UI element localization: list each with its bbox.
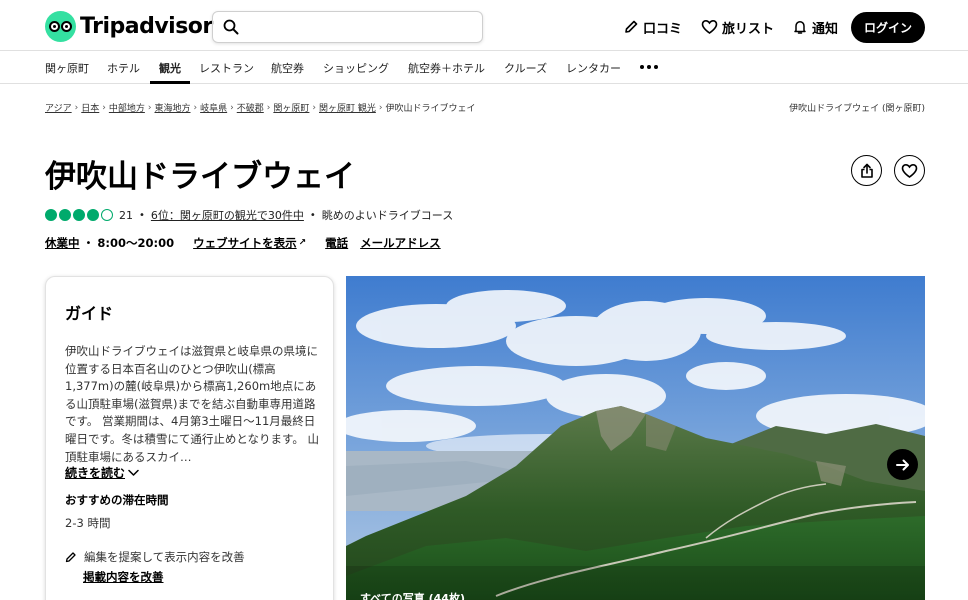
- chevron-down-icon: [128, 469, 139, 477]
- breadcrumb-separator: ›: [193, 102, 198, 113]
- breadcrumb-current: 伊吹山ドライブウェイ: [385, 104, 476, 114]
- rating-bubbles[interactable]: [45, 209, 113, 221]
- breadcrumb: アジア › 日本 › 中部地方 › 東海地方 › 岐阜県 › 不破郡 › 関ヶ原町 › 関ヶ原…: [45, 101, 476, 115]
- review-count[interactable]: 21: [119, 209, 133, 222]
- logo-text: Tripadvisor: [80, 14, 213, 39]
- stay-duration-value: 2-3 時間: [65, 516, 111, 530]
- breadcrumb-item[interactable]: 東海地方: [155, 101, 191, 114]
- suggest-edit-row: 編集を提案して表示内容を改善: [65, 549, 245, 565]
- header: Tripadvisor 口コミ 旅リスト 通知 ログイン: [0, 0, 968, 51]
- breadcrumb-item[interactable]: 関ヶ原町: [273, 101, 309, 114]
- rating-bubble-filled: [45, 209, 57, 221]
- improve-listing-link[interactable]: 掲載内容を改善: [83, 569, 164, 585]
- guide-card: ガイド 伊吹山ドライブウェイは滋賀県と岐阜県の県境に位置する日本百名山のひとつ伊…: [45, 276, 334, 600]
- breadcrumb-item[interactable]: 関ヶ原町 観光: [319, 101, 376, 114]
- nav-item-flights[interactable]: 航空券: [271, 60, 304, 76]
- separator-dot: •: [85, 237, 92, 249]
- all-photos-link[interactable]: すべての写真 (44枚): [360, 590, 465, 600]
- guide-description: 伊吹山ドライブウェイは滋賀県と岐阜県の県境に位置する日本百名山のひとつ伊吹山(標…: [65, 344, 319, 463]
- breadcrumb-separator: ›: [230, 102, 234, 113]
- separator-dot: •: [139, 209, 145, 221]
- breadcrumb-separator: ›: [378, 102, 383, 113]
- nav-item-restaurants[interactable]: レストラン: [199, 60, 254, 76]
- bell-icon: [792, 19, 808, 35]
- next-photo-button[interactable]: [887, 449, 918, 480]
- heart-icon: [901, 163, 918, 179]
- save-button[interactable]: [894, 155, 925, 186]
- nav-item-hotels[interactable]: ホテル: [107, 60, 140, 76]
- breadcrumb-separator: ›: [102, 102, 106, 113]
- category-nav: 関ヶ原町 ホテル 観光 レストラン 航空券 ショッピング 航空券＋ホテル クルー…: [0, 51, 968, 84]
- breadcrumb-separator: ›: [147, 102, 152, 113]
- nav-item-rental-cars[interactable]: レンタカー: [566, 60, 621, 76]
- nav-item-flight-hotel[interactable]: 航空券＋ホテル: [408, 60, 485, 76]
- hero-photo[interactable]: [346, 276, 925, 600]
- page-title: 伊吹山ドライブウェイ: [45, 159, 355, 195]
- nav-item-things-to-do[interactable]: 観光: [159, 60, 181, 76]
- alerts-link[interactable]: 通知: [792, 17, 838, 37]
- info-row: 休業中 • 8:00～20:00 ウェブサイトを表示 ↗ 電話 メールアドレス: [45, 235, 441, 251]
- rating-bubble-filled: [59, 209, 71, 221]
- opening-hours: 8:00～20:00: [97, 236, 175, 250]
- pencil-icon: [65, 551, 77, 563]
- active-tab-indicator: [150, 81, 190, 84]
- stay-duration-label: おすすめの滞在時間: [65, 493, 169, 507]
- share-icon: [859, 163, 875, 179]
- suggest-edit-text: 編集を提案して表示内容を改善: [84, 550, 245, 564]
- read-more-button[interactable]: 続きを読む: [65, 464, 139, 481]
- external-link-icon: ↗: [298, 238, 307, 248]
- breadcrumb-separator: ›: [74, 102, 79, 113]
- rating-row: 21 • 6位：関ヶ原町の観光で30件中 • 眺めのよいドライブコース: [45, 207, 453, 223]
- more-icon[interactable]: [640, 65, 658, 69]
- breadcrumb-item[interactable]: 中部地方: [109, 101, 145, 114]
- category-label: 眺めのよいドライブコース: [321, 209, 454, 222]
- breadcrumb-item[interactable]: アジア: [45, 101, 72, 114]
- rating-bubble-filled: [73, 209, 85, 221]
- search-box[interactable]: [212, 11, 483, 43]
- breadcrumb-separator: ›: [312, 102, 316, 113]
- rating-bubble-empty: [101, 209, 113, 221]
- rating-bubble-filled: [87, 209, 99, 221]
- pencil-icon: [623, 19, 639, 35]
- read-more-label: 続きを読む: [65, 466, 126, 480]
- nav-item-shopping[interactable]: ショッピング: [323, 60, 389, 76]
- separator-dot: •: [309, 209, 316, 221]
- breadcrumb-item[interactable]: 岐阜県: [200, 101, 227, 114]
- tripadvisor-logo[interactable]: Tripadvisor: [45, 11, 213, 42]
- write-review-label: 口コミ: [643, 21, 683, 37]
- owl-icon: [45, 11, 76, 42]
- search-input[interactable]: [247, 16, 472, 38]
- arrow-right-icon: [895, 457, 911, 473]
- write-review-link[interactable]: 口コミ: [623, 17, 682, 37]
- breadcrumb-item[interactable]: 不破郡: [237, 101, 264, 114]
- open-status[interactable]: 休業中: [45, 235, 80, 251]
- share-button[interactable]: [851, 155, 882, 186]
- trips-label: 旅リスト: [722, 21, 775, 37]
- website-link[interactable]: ウェブサイトを表示: [193, 235, 297, 251]
- breadcrumb-separator: ›: [266, 102, 271, 113]
- guide-title: ガイド: [65, 304, 114, 323]
- breadcrumb-item[interactable]: 日本: [81, 101, 99, 114]
- alerts-label: 通知: [812, 21, 839, 37]
- nav-item-town[interactable]: 関ヶ原町: [45, 60, 89, 76]
- login-button[interactable]: ログイン: [851, 12, 925, 43]
- heart-icon: [701, 19, 718, 35]
- nav-item-cruises[interactable]: クルーズ: [504, 60, 547, 76]
- search-icon: [223, 19, 239, 39]
- mountain-photo: [346, 276, 925, 600]
- ranking-link[interactable]: 6位：関ヶ原町の観光で30件中: [151, 207, 304, 223]
- breadcrumb-right-label: 伊吹山ドライブウェイ (関ヶ原町): [789, 104, 925, 114]
- phone-link[interactable]: 電話: [325, 235, 348, 251]
- trips-link[interactable]: 旅リスト: [701, 17, 774, 37]
- email-link[interactable]: メールアドレス: [360, 235, 441, 251]
